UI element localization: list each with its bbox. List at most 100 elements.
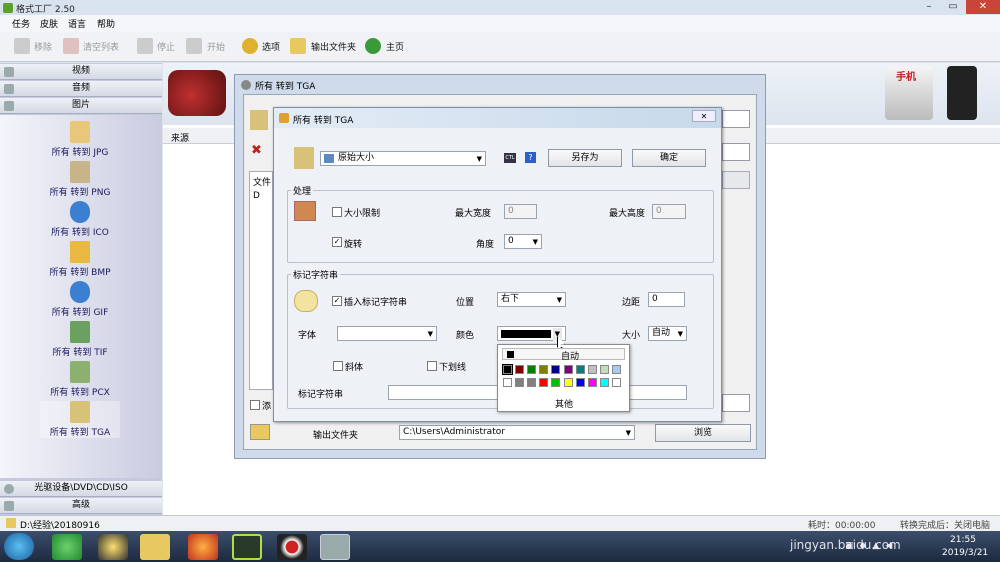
outer-side-button[interactable] [722, 143, 750, 161]
format-pcx[interactable]: 所有 转到 PCX [40, 361, 120, 398]
add-checkbox[interactable] [250, 400, 260, 410]
color-swatch[interactable] [515, 378, 525, 387]
color-swatch[interactable] [502, 364, 513, 375]
record-icon[interactable] [277, 534, 307, 560]
tray-date[interactable]: 2019/3/21 [942, 548, 988, 558]
color-swatch[interactable] [611, 365, 621, 374]
category-video[interactable]: 视频 [0, 64, 162, 80]
browse-button[interactable]: 浏览 [655, 424, 751, 442]
palette-auto-option[interactable]: 自动 [502, 348, 625, 362]
delete-icon[interactable]: ✖ [251, 143, 262, 158]
margin-input[interactable]: 0 [648, 292, 685, 307]
color-swatch[interactable] [527, 378, 537, 387]
rotate-label: 旋转 [344, 240, 363, 250]
color-swatch[interactable] [527, 365, 537, 374]
dialog-close-button[interactable]: ✕ [692, 110, 716, 122]
help-icon[interactable]: ? [525, 152, 536, 163]
bmp-file-icon [70, 241, 90, 263]
stop-button[interactable]: 停止 [157, 40, 175, 53]
file-list[interactable] [249, 171, 273, 390]
category-disc[interactable]: 光驱设备\DVD\CD\ISO [0, 481, 162, 497]
qq-icon[interactable] [98, 534, 128, 560]
underline-checkbox[interactable] [427, 361, 437, 371]
outer-bottom-button[interactable] [722, 394, 750, 412]
color-swatch[interactable] [503, 378, 512, 387]
source-label: 来源 [171, 134, 190, 144]
home-button[interactable]: 主页 [386, 40, 404, 53]
rotate-checkbox[interactable]: ✓ [332, 237, 342, 247]
format-jpg[interactable]: 所有 转到 JPG [40, 121, 120, 158]
gear-icon [242, 38, 258, 54]
menu-skin[interactable]: 皮肤 [40, 17, 58, 30]
color-swatch[interactable] [599, 365, 609, 374]
color-swatch[interactable] [587, 365, 597, 374]
ctl-icon[interactable]: CTL [504, 153, 516, 163]
menu-help[interactable]: 帮助 [97, 17, 115, 30]
format-tga[interactable]: 所有 转到 TGA [40, 401, 120, 438]
color-swatch[interactable] [611, 378, 621, 387]
category-image[interactable]: 图片 [0, 98, 162, 114]
color-swatch[interactable] [551, 365, 561, 374]
save-as-button[interactable]: 另存为 [548, 149, 622, 167]
color-swatch[interactable] [551, 378, 561, 387]
options-button[interactable]: 选项 [262, 40, 280, 53]
tray-time[interactable]: 21:55 [950, 535, 976, 545]
preset-icon [324, 154, 334, 163]
italic-label: 斜体 [345, 363, 364, 373]
file-column-header: 文件 [253, 178, 272, 188]
font-select[interactable]: ▼ [337, 326, 437, 341]
format-tif[interactable]: 所有 转到 TIF [40, 321, 120, 358]
size-select[interactable]: 自动 ▼ [648, 326, 687, 341]
color-swatch[interactable] [539, 378, 549, 387]
angle-select[interactable]: 0 ▼ [504, 234, 542, 249]
remove-button[interactable]: 移除 [34, 40, 52, 53]
close-button[interactable]: ✕ [966, 0, 1000, 14]
color-select[interactable]: ▼ [497, 326, 566, 341]
format-png[interactable]: 所有 转到 PNG [40, 161, 120, 198]
start-button-icon[interactable] [4, 533, 34, 560]
color-swatch[interactable] [599, 378, 609, 387]
output-folder-label: 输出文件夹 [313, 431, 359, 441]
color-swatch[interactable] [563, 365, 573, 374]
palette-more-option[interactable]: 其他 [555, 397, 573, 410]
outer-top-button[interactable] [722, 110, 750, 128]
output-folder-select[interactable]: C:\Users\Administrator ▼ [399, 425, 635, 440]
ok-button[interactable]: 确定 [632, 149, 706, 167]
color-swatch[interactable] [575, 378, 585, 387]
format-gif[interactable]: 所有 转到 GIF [40, 281, 120, 318]
format-factory-taskbar-icon[interactable] [320, 534, 350, 560]
format-bmp[interactable]: 所有 转到 BMP [40, 241, 120, 278]
preset-select[interactable]: 原始大小 ▼ [320, 151, 486, 166]
minimize-button[interactable]: – [918, 0, 940, 14]
color-swatch-selected [501, 330, 551, 338]
restore-button[interactable]: ▭ [942, 0, 964, 14]
output-folder-icon[interactable] [250, 424, 270, 440]
max-height-input[interactable]: 0 [652, 204, 686, 219]
app-360-icon[interactable] [52, 534, 82, 560]
insert-watermark-checkbox[interactable]: ✓ [332, 296, 342, 306]
italic-checkbox[interactable] [333, 361, 343, 371]
clear-list-button[interactable]: 清空列表 [83, 40, 119, 53]
start-button[interactable]: 开始 [207, 40, 225, 53]
explorer-icon[interactable] [140, 534, 170, 560]
color-swatch[interactable] [587, 378, 597, 387]
file-list-item[interactable]: D [253, 191, 260, 201]
menu-language[interactable]: 语言 [68, 17, 86, 30]
menu-task[interactable]: 任务 [12, 17, 30, 30]
clear-list-icon [63, 38, 79, 54]
color-swatch[interactable] [539, 365, 549, 374]
size-limit-checkbox[interactable] [332, 207, 342, 217]
color-swatch[interactable] [515, 365, 525, 374]
color-swatch[interactable] [575, 365, 585, 374]
menu-bar [0, 15, 1000, 32]
position-select[interactable]: 右下 ▼ [497, 292, 566, 307]
color-swatch[interactable] [563, 378, 573, 387]
after-done-label[interactable]: 转换完成后：关闭电脑 [900, 518, 990, 531]
firefox-icon[interactable] [188, 534, 218, 560]
category-audio[interactable]: 音频 [0, 81, 162, 97]
category-advanced[interactable]: 高级 [0, 498, 162, 514]
media-player-icon[interactable] [232, 534, 262, 560]
format-ico[interactable]: 所有 转到 ICO [40, 201, 120, 238]
max-width-input[interactable]: 0 [504, 204, 537, 219]
output-folder-button[interactable]: 输出文件夹 [311, 40, 356, 53]
